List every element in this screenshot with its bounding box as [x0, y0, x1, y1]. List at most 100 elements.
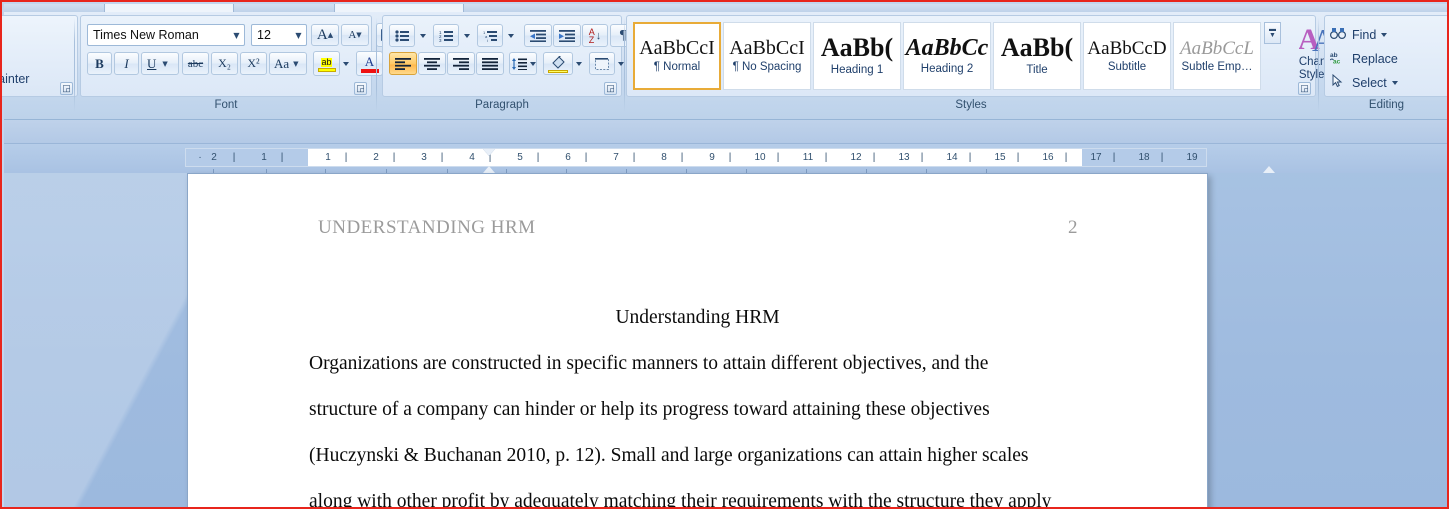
horizontal-ruler[interactable]: · 2 1 1 2 3 4 5 6 7 8 9 10 11 12 13 14 1… — [185, 148, 1275, 179]
decrease-indent-button[interactable] — [524, 24, 552, 47]
subscript-button[interactable]: X₂ — [211, 52, 238, 75]
svg-text:i: i — [487, 38, 488, 42]
font-size-combo[interactable]: 12 ▼ — [251, 24, 307, 46]
numbering-dropdown[interactable] — [460, 27, 473, 44]
font-dialog-launcher[interactable] — [354, 82, 367, 95]
ruler-tick: 3 — [421, 152, 427, 163]
chevron-down-icon[interactable]: ▼ — [229, 31, 244, 40]
strikethrough-button[interactable]: abc — [182, 52, 209, 75]
style-tile-heading-1[interactable]: AaBb( Heading 1 — [813, 22, 901, 90]
chevron-down-icon — [343, 61, 349, 66]
multilevel-list-button[interactable]: 1 a i — [477, 24, 503, 47]
ruler-minor-tick: | — [440, 152, 444, 163]
ruler-tick: 5 — [517, 152, 523, 163]
ruler-tick: 14 — [946, 152, 958, 163]
more-styles-icon: ▬ ▼ — [1269, 26, 1276, 39]
styles-group-label: Styles — [955, 99, 987, 111]
increase-indent-button[interactable] — [553, 24, 581, 47]
font-name-combo[interactable]: Times New Roman ▼ — [87, 24, 245, 46]
style-preview: AaBbCcL — [1180, 37, 1254, 59]
style-tile-subtitle[interactable]: AaBbCcD Subtitle — [1083, 22, 1171, 90]
style-tile-normal[interactable]: AaBbCcI ¶ Normal — [633, 22, 721, 90]
ruler-tick: 12 — [850, 152, 862, 163]
chevron-down-icon — [463, 33, 470, 38]
ruler-tick: 17 — [1090, 152, 1102, 163]
ruler-band: · 2 1 1 2 3 4 5 6 7 8 9 10 11 12 13 14 1… — [4, 144, 1447, 179]
highlight-color-swatch — [317, 67, 336, 72]
font-size-value: 12 — [257, 28, 271, 42]
multilevel-list-icon: 1 a i — [483, 30, 497, 42]
grow-font-icon: A — [316, 26, 328, 43]
editing-group-label: Editing — [1368, 99, 1405, 111]
decrease-indent-icon — [530, 29, 546, 42]
shrink-font-button[interactable]: A ▼ — [341, 24, 369, 46]
shading-dropdown[interactable] — [573, 55, 585, 73]
styles-gallery-scrollbar[interactable]: ▲ ▼ ▬▼ — [1264, 22, 1281, 90]
svg-text:ac: ac — [1333, 58, 1341, 64]
ribbon-group-editing: Find ab ac Replace Select Editing — [1324, 15, 1447, 115]
running-head: UNDERSTANDING HRM — [318, 217, 536, 238]
chevron-down-icon — [419, 33, 426, 38]
group-separator — [624, 18, 625, 112]
borders-button[interactable] — [589, 52, 615, 75]
bullets-icon — [395, 29, 409, 42]
find-button[interactable]: Find — [1329, 23, 1433, 46]
hanging-indent-marker[interactable] — [483, 166, 495, 173]
tab-insert[interactable] — [334, 4, 464, 12]
bold-button[interactable]: B — [87, 52, 112, 75]
line-spacing-button[interactable] — [509, 52, 537, 75]
replace-icon: ab ac — [1329, 51, 1347, 67]
format-painter-button[interactable]: hat Painter — [2, 72, 29, 86]
document-page[interactable]: UNDERSTANDING HRM 2 Understanding HRM Or… — [187, 173, 1208, 507]
styles-more-button[interactable]: ▬ ▼ — [1264, 22, 1281, 44]
justify-button[interactable] — [476, 52, 504, 75]
text-highlight-button[interactable]: ab — [313, 51, 340, 76]
superscript-button[interactable]: X² — [240, 52, 267, 75]
bullets-button[interactable] — [389, 24, 415, 47]
first-line-indent-marker[interactable] — [483, 149, 495, 156]
ruler-tick: 15 — [994, 152, 1006, 163]
ruler-tick: 1 — [261, 152, 267, 163]
font-color-button[interactable]: A — [356, 51, 383, 76]
italic-button[interactable]: I — [114, 52, 139, 75]
replace-button[interactable]: ab ac Replace — [1329, 47, 1433, 70]
tab-home[interactable] — [104, 4, 234, 12]
ribbon-group-font: Times New Roman ▼ 12 ▼ A▲ A▼ Aa — [80, 15, 402, 115]
ruler-minor-tick: | — [280, 152, 284, 163]
ruler-tick: 16 — [1042, 152, 1054, 163]
align-left-button[interactable] — [389, 52, 417, 75]
bullets-dropdown[interactable] — [416, 27, 429, 44]
underline-button[interactable]: U ▼ — [141, 52, 179, 75]
numbering-button[interactable]: 1 2 3 — [433, 24, 459, 47]
ribbon: y hat Painter Times New Roman ▼ 12 ▼ — [2, 12, 1447, 120]
highlight-dropdown[interactable] — [340, 54, 352, 73]
ruler-minor-tick: | — [1160, 152, 1164, 163]
ruler-minor-tick: | — [232, 152, 236, 163]
ribbon-group-paragraph: 1 2 3 1 a i A Z ↓ ¶ ◲ Paragraph — [382, 15, 636, 115]
style-tile-no-spacing[interactable]: AaBbCcI ¶ No Spacing — [723, 22, 811, 90]
styles-dialog-launcher[interactable] — [1298, 82, 1311, 95]
font-color-icon: A — [364, 53, 375, 69]
shading-button[interactable] — [543, 52, 573, 75]
chevron-down-icon[interactable]: ▼ — [291, 31, 306, 40]
ruler-minor-tick: | — [392, 152, 396, 163]
style-tile-subtle-emphasis[interactable]: AaBbCcL Subtle Emp… — [1173, 22, 1261, 90]
align-right-button[interactable] — [447, 52, 475, 75]
select-button[interactable]: Select — [1329, 71, 1433, 94]
clipboard-dialog-launcher[interactable] — [60, 82, 73, 95]
editing-group-body: Find ab ac Replace Select — [1324, 15, 1447, 97]
multilevel-list-dropdown[interactable] — [504, 27, 517, 44]
paragraph-dialog-launcher[interactable] — [604, 82, 617, 95]
style-name: Subtitle — [1107, 60, 1147, 73]
change-case-button[interactable]: Aa ▼ — [269, 52, 307, 75]
style-tile-heading-2[interactable]: AaBbCc Heading 2 — [903, 22, 991, 90]
numbering-icon: 1 2 3 — [439, 30, 453, 42]
align-center-button[interactable] — [418, 52, 446, 75]
grow-font-button[interactable]: A ▲ — [311, 24, 339, 46]
right-indent-marker[interactable] — [1263, 166, 1275, 173]
ruler-tick: 13 — [898, 152, 910, 163]
sort-button[interactable]: A Z ↓ — [582, 24, 608, 47]
ruler-tick: 18 — [1138, 152, 1150, 163]
style-preview: AaBbCcD — [1087, 37, 1167, 59]
style-tile-title[interactable]: AaBb( Title — [993, 22, 1081, 90]
